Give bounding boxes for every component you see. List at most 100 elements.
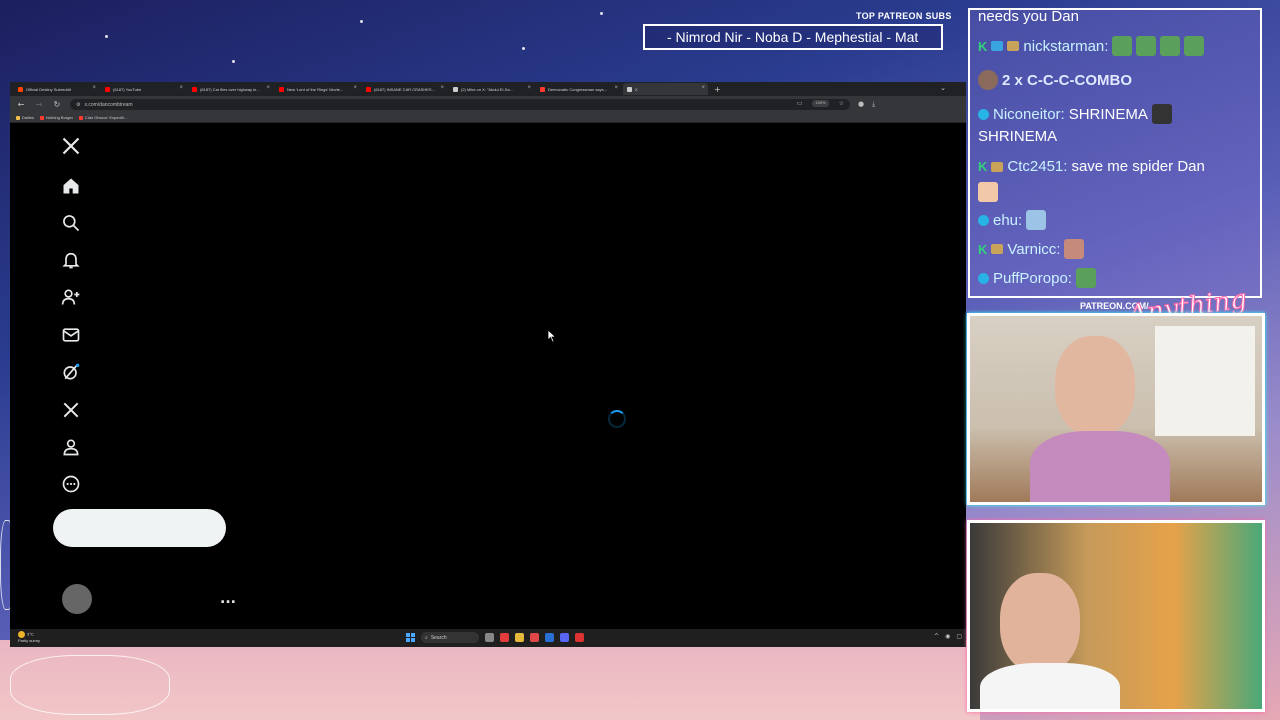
follow-icon[interactable]	[58, 284, 84, 310]
task-view-icon[interactable]	[485, 633, 494, 642]
youtube-icon	[366, 86, 371, 92]
tab-label: (6187) Car flies over highway in...	[200, 86, 260, 92]
back-arrow-icon[interactable]: ←	[16, 100, 26, 109]
tab-democratic[interactable]: Democratic Congressman says... ×	[536, 83, 621, 95]
notification-icon[interactable]: ▢	[956, 633, 962, 640]
guest-face	[1000, 573, 1080, 673]
bookmark-clair-obscur[interactable]: Clair Obscur: Expediti...	[78, 115, 127, 120]
app-icon[interactable]	[530, 633, 539, 642]
profile-icon[interactable]	[58, 434, 84, 460]
tab-label: X	[635, 86, 638, 92]
network-icon[interactable]: ◉	[945, 633, 950, 640]
emote-icon	[1112, 36, 1133, 56]
steam-icon[interactable]	[545, 633, 554, 642]
chrome-icon[interactable]	[575, 633, 584, 642]
url-text: x.com/dancombtream	[84, 101, 133, 108]
browser-toolbar: ← → ↻ ⚙ x.com/dancombtream ▭ 150% ☆ ● ⤓	[10, 96, 966, 113]
tab-youtube[interactable]: (6187) YouTube ×	[101, 83, 186, 95]
more-circle-icon[interactable]	[58, 471, 84, 497]
emote-icon	[1151, 104, 1172, 124]
tab-car-crashes[interactable]: (6187) INSANE CAR CRASHES... ×	[362, 83, 447, 95]
tab-search-chevron-icon[interactable]: ⌄	[940, 84, 946, 92]
background-star	[360, 20, 363, 23]
weather-temp: 3°C	[27, 631, 34, 637]
stream-chat: needs you Dan K nickstarman: 2 x C-C-C-C…	[968, 8, 1262, 298]
site-info-icon[interactable]: ⚙	[76, 102, 80, 108]
chat-message: K Ctc2451: save me spider Dan	[978, 158, 1205, 175]
close-icon[interactable]: ×	[440, 85, 444, 91]
forward-arrow-icon[interactable]: →	[34, 100, 44, 109]
tray-chevron-icon[interactable]: ^	[934, 633, 939, 640]
tab-x-active[interactable]: X ×	[623, 83, 708, 95]
chat-username[interactable]: Varnicc:	[1007, 241, 1060, 258]
chat-username[interactable]: Ctc2451:	[1007, 158, 1067, 175]
chat-text: SHRINEMA	[978, 128, 1058, 145]
cast-icon[interactable]: ▭	[797, 100, 803, 107]
emote-icon	[1136, 36, 1157, 56]
taskbar-search-label: Search	[430, 634, 447, 641]
discord-icon[interactable]	[560, 633, 569, 642]
grok-icon[interactable]	[58, 359, 84, 385]
windows-start-icon[interactable]	[406, 633, 415, 642]
reload-icon[interactable]: ↻	[52, 100, 62, 109]
guest-shirt	[980, 663, 1120, 709]
search-icon: ⌕	[425, 634, 428, 641]
x-page: ...	[10, 123, 966, 629]
chat-username[interactable]: Niconeitor:	[993, 106, 1065, 123]
home-icon[interactable]	[58, 173, 84, 199]
chat-text: needs you Dan	[978, 8, 1079, 25]
background-star	[522, 47, 525, 50]
windows-taskbar: 3°C Partly sunny ⌕ Search ^ ◉ ▢	[10, 629, 966, 647]
close-icon[interactable]: ×	[179, 85, 183, 91]
chat-message: Niconeitor: SHRINEMA	[978, 104, 1172, 124]
messages-icon[interactable]	[58, 322, 84, 348]
file-explorer-icon[interactable]	[515, 633, 524, 642]
tab-x-mike[interactable]: (2) Mike on X: "Abdul El-Sa... ×	[449, 83, 534, 95]
downloads-icon[interactable]: ⤓	[872, 100, 875, 109]
app-icon[interactable]	[500, 633, 509, 642]
account-more-button[interactable]: ...	[220, 584, 236, 614]
emote-icon	[1160, 36, 1181, 56]
account-avatar[interactable]	[62, 584, 92, 614]
close-icon[interactable]: ×	[614, 85, 618, 91]
streamer-shirt	[1030, 431, 1170, 502]
close-icon[interactable]: ×	[527, 85, 531, 91]
taskbar-search[interactable]: ⌕ Search	[421, 632, 479, 643]
bookmark-star-icon[interactable]: ☆	[839, 100, 844, 107]
chat-username[interactable]: nickstarman:	[1023, 38, 1108, 55]
emote-icon	[1064, 239, 1085, 259]
close-icon[interactable]: ×	[92, 85, 96, 91]
youtube-icon	[40, 115, 45, 120]
post-button[interactable]	[53, 509, 226, 547]
chat-username[interactable]: PuffPoropo:	[993, 270, 1072, 287]
x-logo-icon[interactable]	[58, 133, 84, 159]
chat-emote-line	[978, 182, 998, 202]
top-patreon-subs-label: TOP PATREON SUBS	[856, 11, 952, 21]
bookmark-dailies[interactable]: Dailies	[16, 115, 34, 120]
chat-username[interactable]: ehu:	[993, 212, 1022, 229]
chat-message: PuffPoropo:	[978, 268, 1096, 288]
background-star	[105, 35, 108, 38]
bookmark-nothing-burger[interactable]: Nothing Burger	[40, 115, 73, 120]
emote-icon	[1026, 210, 1047, 230]
weather-description: Partly sunny	[18, 638, 41, 643]
close-icon[interactable]: ×	[353, 85, 357, 91]
close-icon[interactable]: ×	[701, 85, 705, 91]
search-icon[interactable]	[58, 210, 84, 236]
address-bar[interactable]: ⚙ x.com/dancombtream ▭ 150% ☆	[70, 99, 850, 110]
tab-car-flies[interactable]: (6187) Car flies over highway in... ×	[188, 83, 273, 95]
weather-widget[interactable]: 3°C Partly sunny	[18, 631, 40, 643]
sub-badge-icon	[1007, 41, 1020, 51]
tab-lotr[interactable]: New 'Lord of the Rings' Movie... ×	[275, 83, 360, 95]
notifications-icon[interactable]	[58, 247, 84, 273]
premium-x-icon[interactable]	[58, 397, 84, 423]
webcam-bottom	[967, 520, 1265, 712]
extension-icon[interactable]: ●	[858, 100, 864, 109]
browser-window: Official Destiny Subreddit × (6187) YouTu…	[10, 82, 966, 647]
x-logo-icon	[453, 86, 458, 92]
background-crack	[10, 655, 170, 715]
tab-reddit[interactable]: Official Destiny Subreddit ×	[14, 83, 99, 95]
zoom-indicator[interactable]: 150%	[812, 100, 829, 107]
new-tab-button[interactable]: +	[714, 85, 721, 94]
close-icon[interactable]: ×	[266, 85, 270, 91]
